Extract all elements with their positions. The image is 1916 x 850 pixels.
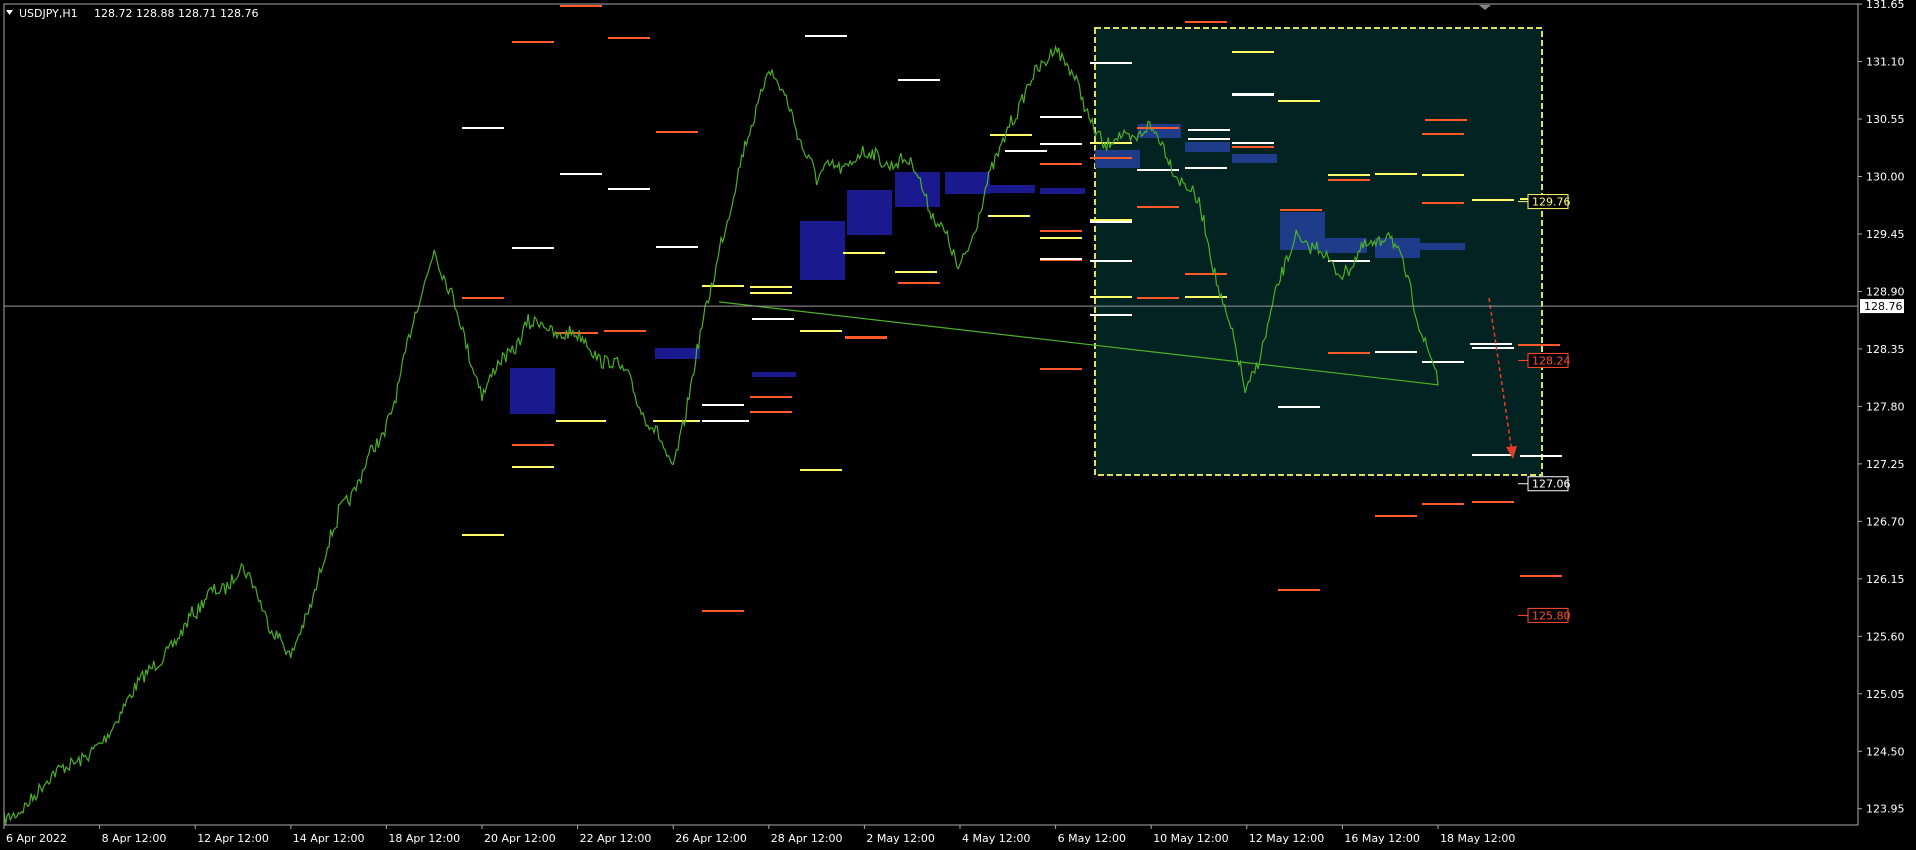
y-tick-label: 131.10 <box>1866 56 1905 69</box>
x-tick-label: 2 May 12:00 <box>866 832 934 845</box>
y-tick-label: 128.90 <box>1866 285 1905 298</box>
price-tag-label: 127.06 <box>1532 478 1571 491</box>
y-tick-label: 127.80 <box>1866 400 1905 413</box>
x-tick-label: 4 May 12:00 <box>962 832 1030 845</box>
y-tick-label: 128.35 <box>1866 343 1905 356</box>
y-tick-label: 130.55 <box>1866 113 1905 126</box>
x-tick-label: 26 Apr 12:00 <box>675 832 747 845</box>
y-tick-label: 127.25 <box>1866 458 1905 471</box>
order-block <box>1420 243 1465 250</box>
order-block <box>1280 212 1325 250</box>
x-tick-label: 18 May 12:00 <box>1440 832 1515 845</box>
y-tick-label: 125.05 <box>1866 688 1905 701</box>
y-tick-label: 126.15 <box>1866 573 1905 586</box>
order-block <box>1185 142 1230 152</box>
x-tick-label: 20 Apr 12:00 <box>484 832 556 845</box>
x-tick-label: 14 Apr 12:00 <box>293 832 365 845</box>
x-tick-label: 10 May 12:00 <box>1153 832 1228 845</box>
symbol-label: USDJPY,H1 <box>19 7 78 20</box>
order-block <box>847 190 892 235</box>
y-tick-label: 129.45 <box>1866 228 1905 241</box>
price-tag-label: 125.80 <box>1532 609 1571 622</box>
x-tick-label: 16 May 12:00 <box>1344 832 1419 845</box>
price-chart[interactable]: 131.65 131.10 130.55 130.00 129.45 128.90 128.… <box>0 0 1916 850</box>
x-tick-label: 12 Apr 12:00 <box>197 832 269 845</box>
order-block <box>752 372 796 377</box>
order-block <box>990 185 1035 193</box>
y-tick-label: 124.50 <box>1866 745 1905 758</box>
x-tick-label: 22 Apr 12:00 <box>580 832 652 845</box>
x-tick-label: 18 Apr 12:00 <box>388 832 460 845</box>
y-tick-label: 130.00 <box>1866 171 1905 184</box>
x-tick-label: 28 Apr 12:00 <box>771 832 843 845</box>
x-tick-label: 6 May 12:00 <box>1058 832 1126 845</box>
order-block <box>895 172 940 207</box>
y-tick-label: 123.95 <box>1866 803 1905 816</box>
y-tick-label: 125.60 <box>1866 630 1905 643</box>
y-tick-label: 126.70 <box>1866 515 1905 528</box>
chart-background <box>0 0 1916 850</box>
price-tag-label: 128.24 <box>1532 354 1571 367</box>
order-block <box>945 172 990 194</box>
x-tick-label: 8 Apr 12:00 <box>102 832 167 845</box>
order-block <box>800 221 845 280</box>
order-block <box>510 368 555 414</box>
x-tick-label: 12 May 12:00 <box>1249 832 1324 845</box>
order-block <box>655 348 700 359</box>
current-price-tag-label: 128.76 <box>1864 300 1903 313</box>
order-block <box>1040 188 1085 194</box>
price-tag-label: 129.76 <box>1532 196 1571 209</box>
y-tick-label: 131.65 <box>1866 0 1905 11</box>
order-block <box>1232 154 1277 163</box>
x-tick-label: 6 Apr 2022 <box>6 832 67 845</box>
ohlc-readout: 128.72 128.88 128.71 128.76 <box>94 7 258 20</box>
